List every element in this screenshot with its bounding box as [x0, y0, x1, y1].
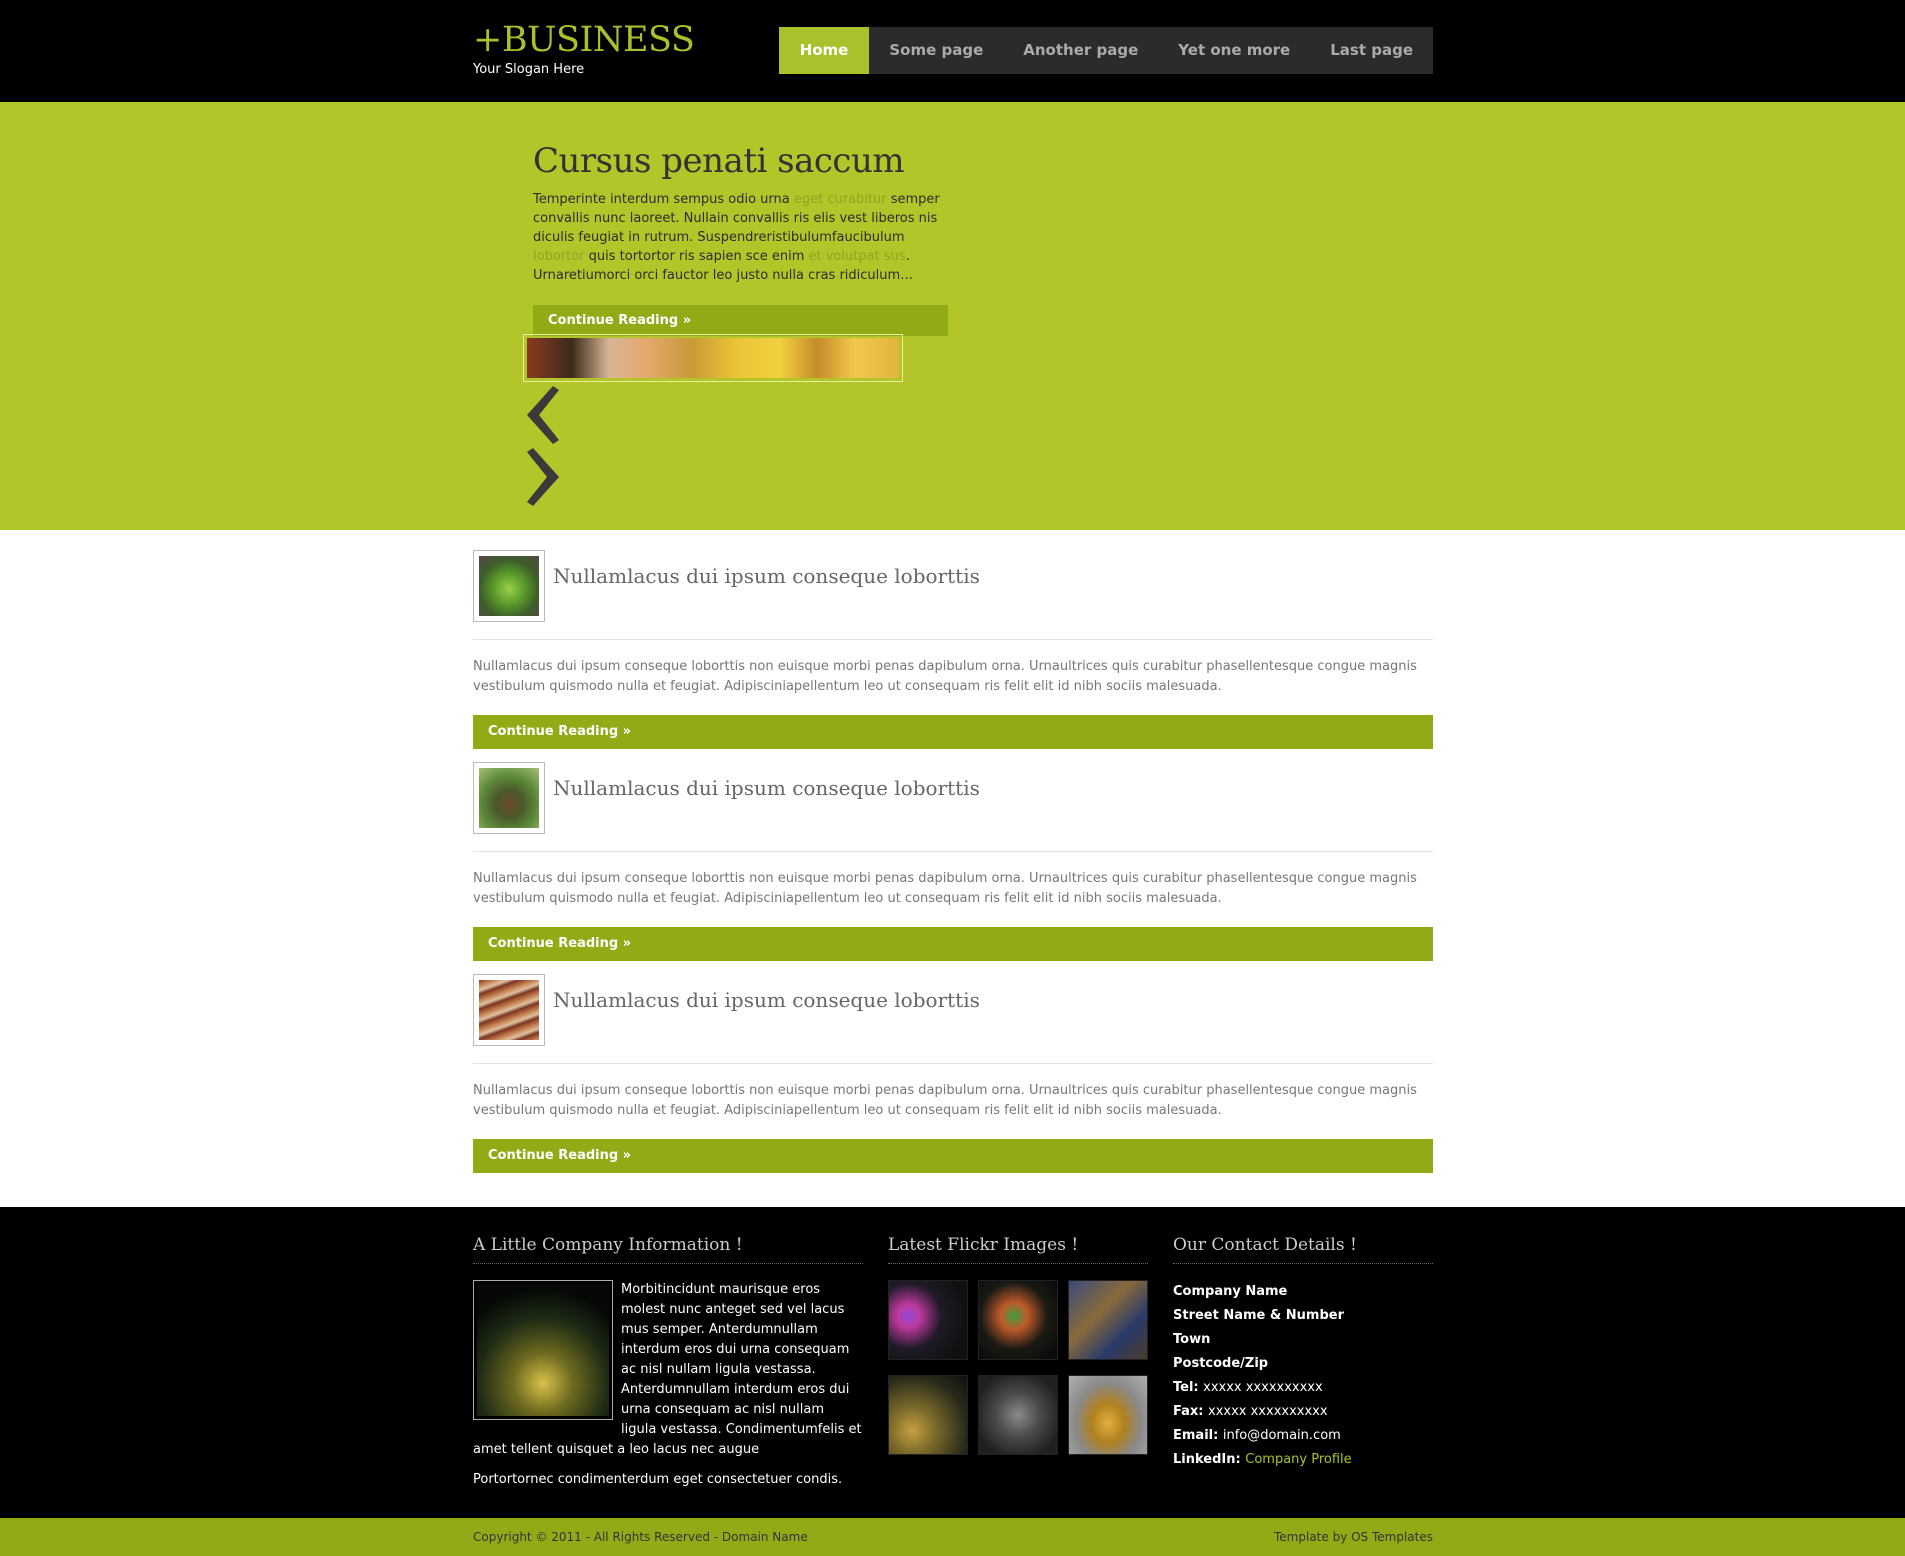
template-credit[interactable]: Template by OS Templates: [1274, 1530, 1433, 1544]
flickr-image[interactable]: [888, 1280, 968, 1360]
flickr-section: Latest Flickr Images !: [888, 1235, 1148, 1455]
flickr-heading: Latest Flickr Images !: [888, 1235, 1148, 1264]
featured-text: Temperinte interdum sempus odio urna ege…: [533, 190, 948, 285]
post-image: [479, 980, 539, 1040]
post-thumbnail[interactable]: [473, 762, 545, 834]
post-title[interactable]: Nullamlacus dui ipsum conseque loborttis: [553, 776, 980, 800]
company-info-heading: A Little Company Information !: [473, 1235, 863, 1264]
market-fruit-image: [527, 338, 899, 378]
chevron-right-icon: [527, 448, 559, 506]
nav-some-page[interactable]: Some page: [869, 27, 1003, 74]
contact-heading: Our Contact Details !: [1173, 1235, 1433, 1264]
bottles-image: [477, 1284, 609, 1416]
copyright-text: Copyright © 2011 - All Rights Reserved -…: [473, 1530, 808, 1544]
flickr-image[interactable]: [888, 1375, 968, 1455]
nav-another-page[interactable]: Another page: [1003, 27, 1158, 74]
continue-reading-button[interactable]: Continue Reading »: [473, 715, 1433, 749]
featured-continue-reading-button[interactable]: Continue Reading »: [533, 305, 948, 336]
contact-town: Town: [1173, 1332, 1211, 1347]
featured-link[interactable]: et volutpat sus: [809, 249, 906, 264]
nav-yet-one-more[interactable]: Yet one more: [1158, 27, 1310, 74]
slider-prev-button[interactable]: [523, 384, 563, 446]
contact-email: Email: info@domain.com: [1173, 1424, 1433, 1448]
contact-fax-label: Fax:: [1173, 1404, 1204, 1419]
continue-reading-button[interactable]: Continue Reading »: [473, 927, 1433, 961]
contact-email-label: Email:: [1173, 1428, 1219, 1443]
featured-slide: Cursus penati saccum Temperinte interdum…: [533, 140, 948, 336]
nav-last-page[interactable]: Last page: [1310, 27, 1433, 74]
featured-link[interactable]: lobortor: [533, 249, 585, 264]
contact-tel-value: xxxxx xxxxxxxxxx: [1203, 1380, 1323, 1395]
contact-company: Company Name: [1173, 1284, 1288, 1299]
flickr-image[interactable]: [978, 1280, 1058, 1360]
featured-thumbnail-strip[interactable]: [523, 334, 903, 382]
header: +BUSINESS Your Slogan Here Home Some pag…: [0, 0, 1905, 102]
post-text: Nullamlacus dui ipsum conseque loborttis…: [473, 659, 1417, 694]
contact-tel-label: Tel:: [1173, 1380, 1199, 1395]
contact-linkedin-label: LinkedIn:: [1173, 1452, 1241, 1467]
copyright-bar: Copyright © 2011 - All Rights Reserved -…: [0, 1518, 1905, 1556]
continue-reading-button[interactable]: Continue Reading »: [473, 1139, 1433, 1173]
footer: A Little Company Information ! Morbitinc…: [0, 1207, 1905, 1518]
post-title[interactable]: Nullamlacus dui ipsum conseque loborttis: [553, 564, 980, 588]
contact-postcode: Postcode/Zip: [1173, 1356, 1269, 1371]
post-thumbnail[interactable]: [473, 550, 545, 622]
company-image: [473, 1280, 613, 1420]
site-title[interactable]: +BUSINESS: [473, 20, 695, 60]
main-nav: Home Some page Another page Yet one more…: [778, 27, 1433, 74]
chevron-left-icon: [527, 386, 559, 444]
featured-text-part: quis tortortor ris sapien sce enim: [584, 249, 809, 264]
flickr-image[interactable]: [978, 1375, 1058, 1455]
nav-home[interactable]: Home: [778, 27, 870, 74]
contact-street: Street Name & Number: [1173, 1308, 1344, 1323]
contact-fax-value: xxxxx xxxxxxxxxx: [1208, 1404, 1328, 1419]
contact-fax: Fax: xxxxx xxxxxxxxxx: [1173, 1400, 1433, 1424]
company-info-section: A Little Company Information ! Morbitinc…: [473, 1235, 863, 1490]
post-text: Nullamlacus dui ipsum conseque loborttis…: [473, 871, 1417, 906]
flickr-grid: [888, 1280, 1148, 1455]
post-image: [479, 556, 539, 616]
featured-slider: Cursus penati saccum Temperinte interdum…: [0, 102, 1905, 530]
slider-next-button[interactable]: [523, 446, 563, 508]
logo[interactable]: +BUSINESS Your Slogan Here: [473, 20, 695, 77]
post-image: [479, 768, 539, 828]
contact-section: Our Contact Details ! Company Name Stree…: [1173, 1235, 1433, 1472]
featured-text-part: Temperinte interdum sempus odio urna: [533, 192, 794, 207]
post-text: Nullamlacus dui ipsum conseque loborttis…: [473, 1083, 1417, 1118]
contact-linkedin: LinkedIn: Company Profile: [1173, 1448, 1433, 1472]
site-slogan: Your Slogan Here: [473, 62, 585, 77]
main-content: Nullamlacus dui ipsum conseque loborttis…: [0, 530, 1905, 1207]
post-title[interactable]: Nullamlacus dui ipsum conseque loborttis: [553, 988, 980, 1012]
post-divider: [473, 639, 1433, 640]
flickr-image[interactable]: [1068, 1280, 1148, 1360]
post-divider: [473, 1063, 1433, 1064]
company-about: Morbitincidunt maurisque eros molest nun…: [473, 1280, 863, 1490]
contact-list: Company Name Street Name & Number Town P…: [1173, 1280, 1433, 1472]
company-text-2: Portortornec condimenterdum eget consect…: [473, 1472, 843, 1487]
featured-title: Cursus penati saccum: [533, 141, 905, 181]
contact-email-value[interactable]: info@domain.com: [1223, 1428, 1341, 1443]
contact-tel: Tel: xxxxx xxxxxxxxxx: [1173, 1376, 1433, 1400]
post-thumbnail[interactable]: [473, 974, 545, 1046]
flickr-image[interactable]: [1068, 1375, 1148, 1455]
post-divider: [473, 851, 1433, 852]
featured-link[interactable]: eget curabitur: [794, 192, 887, 207]
linkedin-link[interactable]: Company Profile: [1245, 1452, 1351, 1467]
